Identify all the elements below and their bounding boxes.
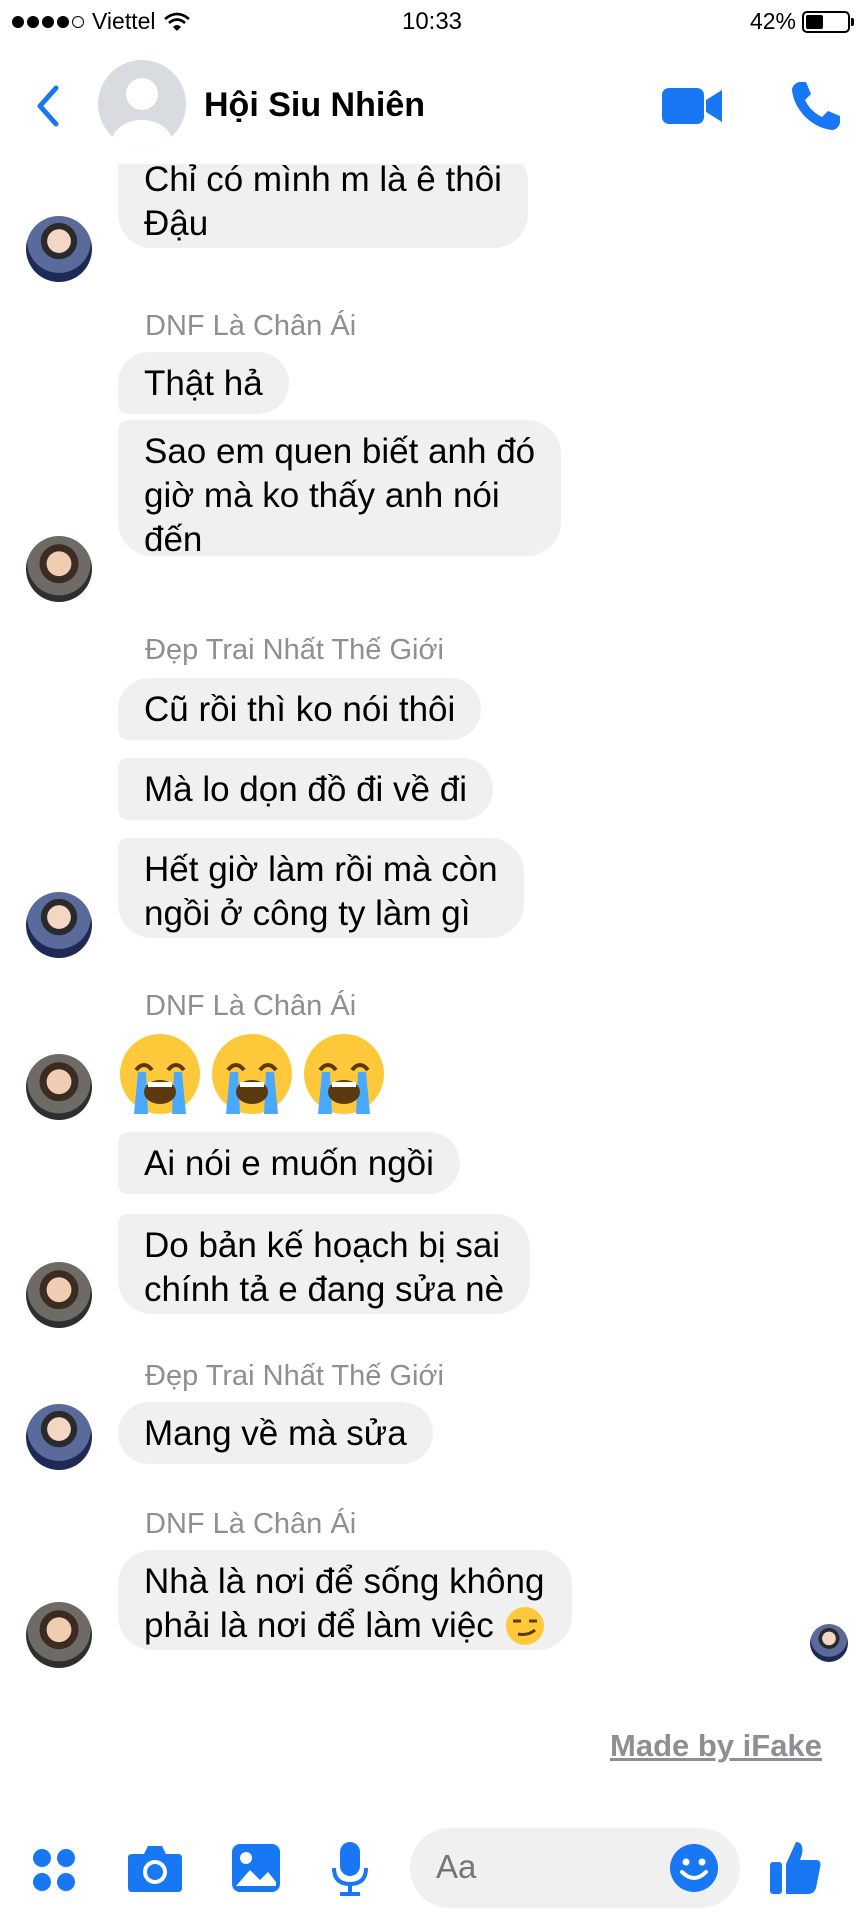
back-chevron-icon[interactable]	[28, 76, 68, 136]
photo-gallery-icon[interactable]	[230, 1842, 282, 1894]
sender-name: DNF Là Chân Ái	[145, 1508, 357, 1540]
default-person-icon	[112, 78, 172, 148]
status-bar: Viettel 10:33 42%	[0, 0, 864, 44]
message-bubble[interactable]: Cũ rồi thì ko nói thôi	[118, 678, 482, 740]
message-text: Sao em quen biết anh đó	[144, 432, 536, 471]
message-text: đến	[144, 520, 203, 559]
sender-name: Đẹp Trai Nhất Thế Giới	[145, 1360, 444, 1392]
sender-name: DNF Là Chân Ái	[145, 990, 357, 1022]
sender-name: Đẹp Trai Nhất Thế Giới	[145, 634, 444, 666]
message-bubble[interactable]: Mà lo dọn đồ đi về đi	[118, 758, 493, 820]
crying-face-icon	[120, 1034, 200, 1114]
microphone-icon[interactable]	[330, 1840, 370, 1898]
avatar[interactable]	[26, 1054, 92, 1120]
conversation-title[interactable]: Hội Siu Nhiên	[204, 86, 425, 125]
message-bubble[interactable]: Mang về mà sửa	[118, 1402, 433, 1464]
emoji-icon[interactable]	[668, 1842, 720, 1894]
phone-call-icon[interactable]	[788, 78, 844, 134]
message-text: phải là nơi để làm việc	[144, 1606, 494, 1645]
message-bubble[interactable]: Nhà là nơi để sống không phải là nơi để …	[118, 1550, 572, 1650]
avatar[interactable]	[26, 892, 92, 958]
message-bubble[interactable]: Do bản kế hoạch bị sai chính tả e đang s…	[118, 1214, 531, 1314]
crying-face-icon	[304, 1034, 384, 1114]
message-text: Đậu	[144, 204, 209, 243]
message-text: Mà lo dọn đồ đi về đi	[144, 770, 467, 809]
crying-face-icon	[212, 1034, 292, 1114]
message-text: Ai nói e muốn ngồi	[144, 1144, 434, 1183]
message-text: Hết giờ làm rồi mà còn	[144, 850, 498, 889]
message-text: ngồi ở công ty làm gì	[144, 894, 471, 933]
composer-bar	[0, 1820, 864, 1920]
message-text: Mang về mà sửa	[144, 1414, 407, 1453]
video-call-icon[interactable]	[660, 82, 724, 130]
message-text: Thật hả	[144, 364, 263, 403]
avatar[interactable]	[26, 1262, 92, 1328]
avatar[interactable]	[26, 216, 92, 282]
message-bubble[interactable]: Hết giờ làm rồi mà còn ngồi ở công ty là…	[118, 838, 524, 938]
message-bubble[interactable]: Ai nói e muốn ngồi	[118, 1132, 460, 1194]
conversation-header: Hội Siu Nhiên	[0, 44, 864, 164]
camera-icon[interactable]	[126, 1842, 184, 1896]
smirking-face-icon	[505, 1607, 544, 1645]
watermark: Made by iFake	[610, 1728, 822, 1763]
message-text: Chỉ có mình m là ê thôi	[144, 160, 502, 199]
apps-icon[interactable]	[30, 1846, 78, 1894]
sender-name: DNF Là Chân Ái	[145, 310, 357, 342]
message-text: chính tả e đang sửa nè	[144, 1270, 505, 1309]
group-avatar[interactable]	[98, 60, 186, 148]
avatar[interactable]	[26, 536, 92, 602]
message-text: giờ mà ko thấy anh nói	[144, 476, 500, 515]
avatar[interactable]	[26, 1404, 92, 1470]
message-bubble[interactable]: Thật hả	[118, 352, 289, 414]
thumbs-up-icon[interactable]	[768, 1838, 824, 1898]
battery-icon	[802, 10, 854, 33]
avatar[interactable]	[26, 1602, 92, 1668]
battery-percent: 42%	[749, 8, 796, 34]
message-text: Cũ rồi thì ko nói thôi	[144, 690, 456, 729]
message-input[interactable]	[436, 1848, 636, 1886]
message-text: Nhà là nơi để sống không	[144, 1562, 545, 1601]
message-bubble[interactable]: Sao em quen biết anh đó giờ mà ko thấy a…	[118, 420, 562, 559]
seen-avatar	[810, 1624, 848, 1662]
message-composer[interactable]	[410, 1828, 740, 1908]
clock: 10:33	[401, 8, 463, 35]
message-text: Do bản kế hoạch bị sai	[144, 1226, 501, 1265]
